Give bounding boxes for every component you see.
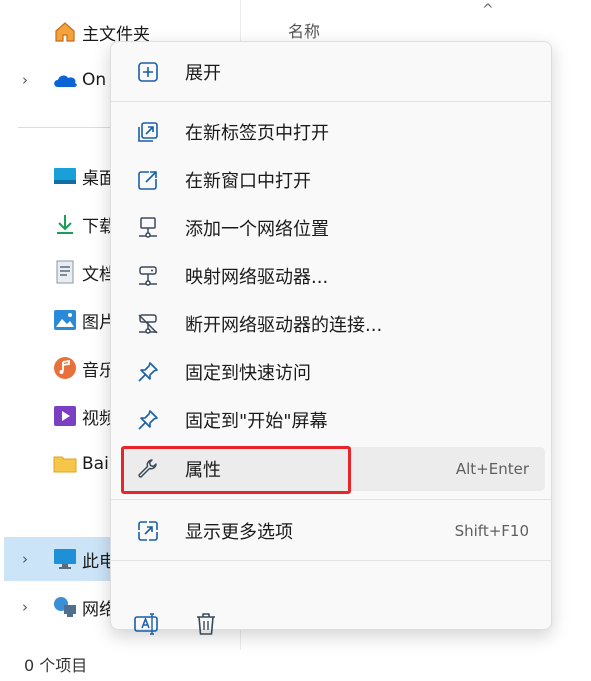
pin-icon [135,359,161,385]
add-network-location-icon [135,215,161,241]
chevron-right-icon[interactable]: › [22,598,28,616]
videos-icon [52,403,78,429]
rename-icon[interactable] [131,609,161,639]
delete-trash-icon[interactable] [191,609,221,639]
desktop-folder-icon [52,163,78,189]
home-icon [52,19,78,45]
menu-separator [111,499,551,500]
download-arrow-icon [52,211,78,237]
menu-item-show-more-options[interactable]: 显示更多选项 Shift+F10 [121,509,545,553]
sort-arrow-icon: ^ [482,2,494,18]
map-network-drive-icon [135,263,161,289]
menu-item-label: 在新标签页中打开 [185,123,329,144]
menu-item-label: 在新窗口中打开 [185,171,311,192]
menu-item-shortcut: Alt+Enter [455,460,529,478]
menu-item-label: 显示更多选项 [185,522,293,543]
menu-item-open-new-tab[interactable]: 在新标签页中打开 [121,110,545,154]
menu-item-label: 固定到"开始"屏幕 [185,411,328,432]
show-more-options-icon [135,518,161,544]
menu-item-label: 添加一个网络位置 [185,219,329,240]
disconnect-network-drive-icon [135,311,161,337]
status-bar-text: 0 个项目 [24,656,88,675]
open-new-window-icon [135,167,161,193]
menu-item-open-new-window[interactable]: 在新窗口中打开 [121,158,545,202]
menu-separator [111,101,551,102]
nav-item-label: On [82,70,107,90]
chevron-right-icon[interactable]: › [22,550,28,568]
this-pc-icon [52,546,78,572]
menu-item-disconnect-network-drive[interactable]: 断开网络驱动器的连接... [121,302,545,346]
menu-item-shortcut: Shift+F10 [454,522,529,540]
menu-item-map-network-drive[interactable]: 映射网络驱动器... [121,254,545,298]
menu-item-label: 固定到快速访问 [185,363,311,384]
open-new-tab-icon [135,119,161,145]
menu-item-pin-quick-access[interactable]: 固定到快速访问 [121,350,545,394]
menu-separator [111,560,551,561]
music-icon [52,355,78,381]
expand-plus-icon [135,59,161,85]
folder-icon [52,451,78,477]
menu-item-expand[interactable]: 展开 [121,50,545,94]
nav-item-label: Bai [82,454,109,474]
chevron-right-icon[interactable]: › [22,71,28,89]
menu-item-label: 断开网络驱动器的连接... [185,315,383,336]
menu-item-pin-start[interactable]: 固定到"开始"屏幕 [121,398,545,442]
menu-item-label: 展开 [185,63,221,84]
context-menu: 展开 在新标签页中打开 在新窗口中打开 添加一个网络位置 映射网络驱动器... … [110,41,552,635]
menu-item-label: 映射网络驱动器... [185,267,329,288]
onedrive-cloud-icon [52,67,78,93]
network-icon [52,594,78,620]
pin-icon [135,407,161,433]
column-header-name[interactable]: 名称 [288,18,320,42]
pictures-icon [52,307,78,333]
highlight-box [121,446,351,494]
document-icon [52,259,78,285]
menu-item-add-network-location[interactable]: 添加一个网络位置 [121,206,545,250]
